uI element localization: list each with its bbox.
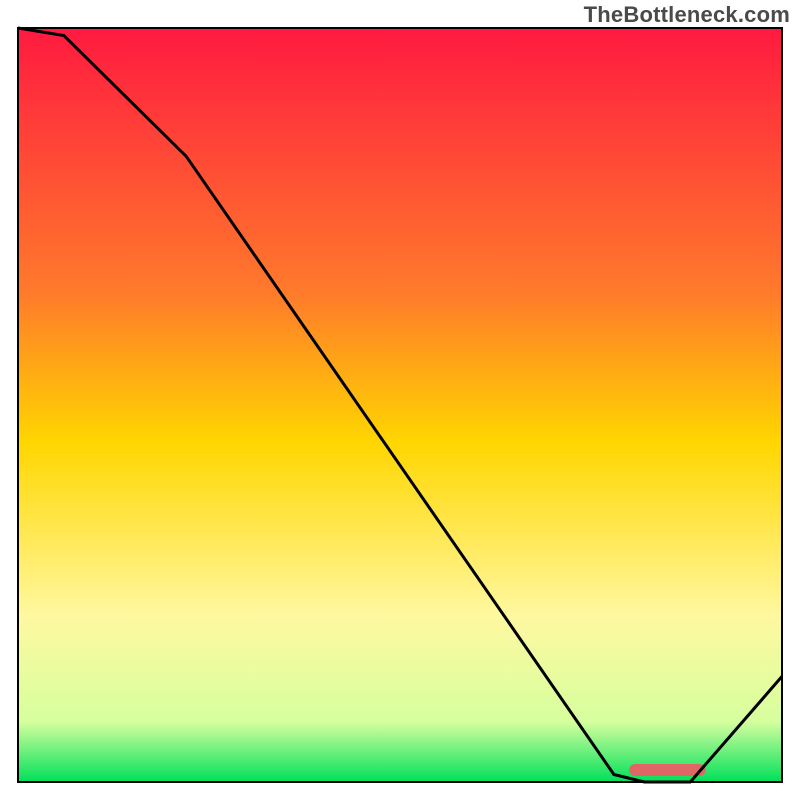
bottleneck-chart: TheBottleneck.com (0, 0, 800, 800)
optimum-marker (629, 764, 705, 776)
plot-svg (0, 0, 800, 800)
plot-area (18, 28, 782, 782)
